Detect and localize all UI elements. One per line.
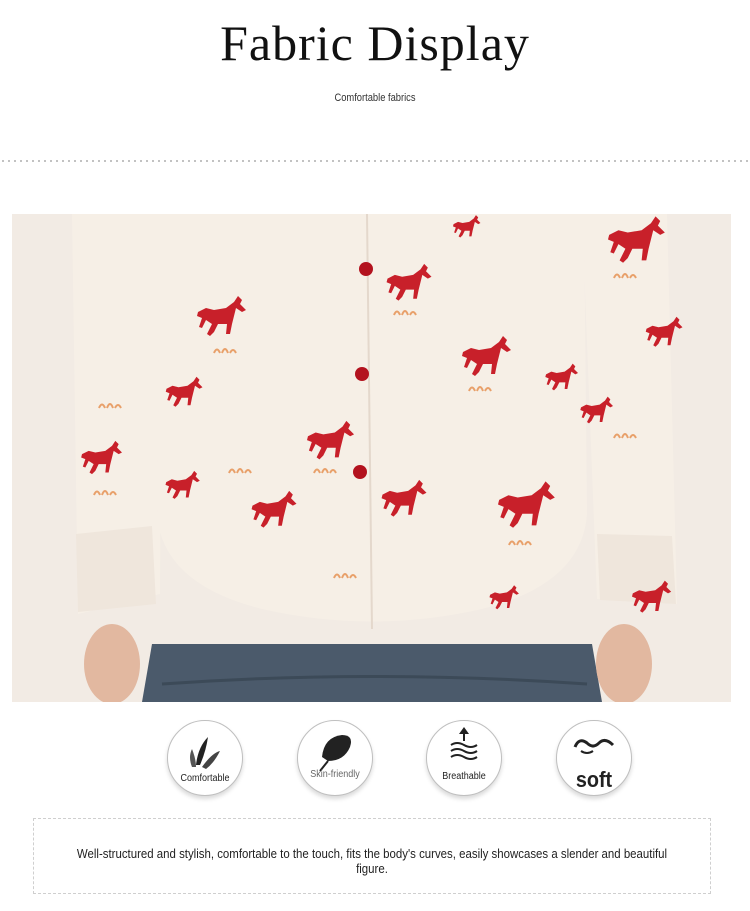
model-shirt-photo [12,214,731,702]
feature-skin-friendly: Skin-friendly [297,720,373,796]
feature-icons: Comfortable Skin-friendly Breathable sof… [0,720,750,800]
feature-label: soft [575,767,613,792]
wave-arrow-icon [450,727,478,760]
shirt-illustration [12,214,731,702]
feature-label: Comfortable [180,773,230,784]
feature-icon [319,735,351,772]
feature-comfortable: Comfortable [167,720,243,796]
feature-soft: soft [556,720,632,796]
feature-label: Skin-friendly [310,769,360,780]
description-text: Well-structured and stylish, comfortable… [76,846,668,876]
description-box: Well-structured and stylish, comfortable… [33,818,711,894]
feature-label: Breathable [442,771,486,782]
dotted-divider [0,158,750,164]
page-subtitle: Comfortable fabrics [334,92,416,104]
feature-breathable: Breathable [426,720,502,796]
page-title: Fabric Display [220,15,530,71]
